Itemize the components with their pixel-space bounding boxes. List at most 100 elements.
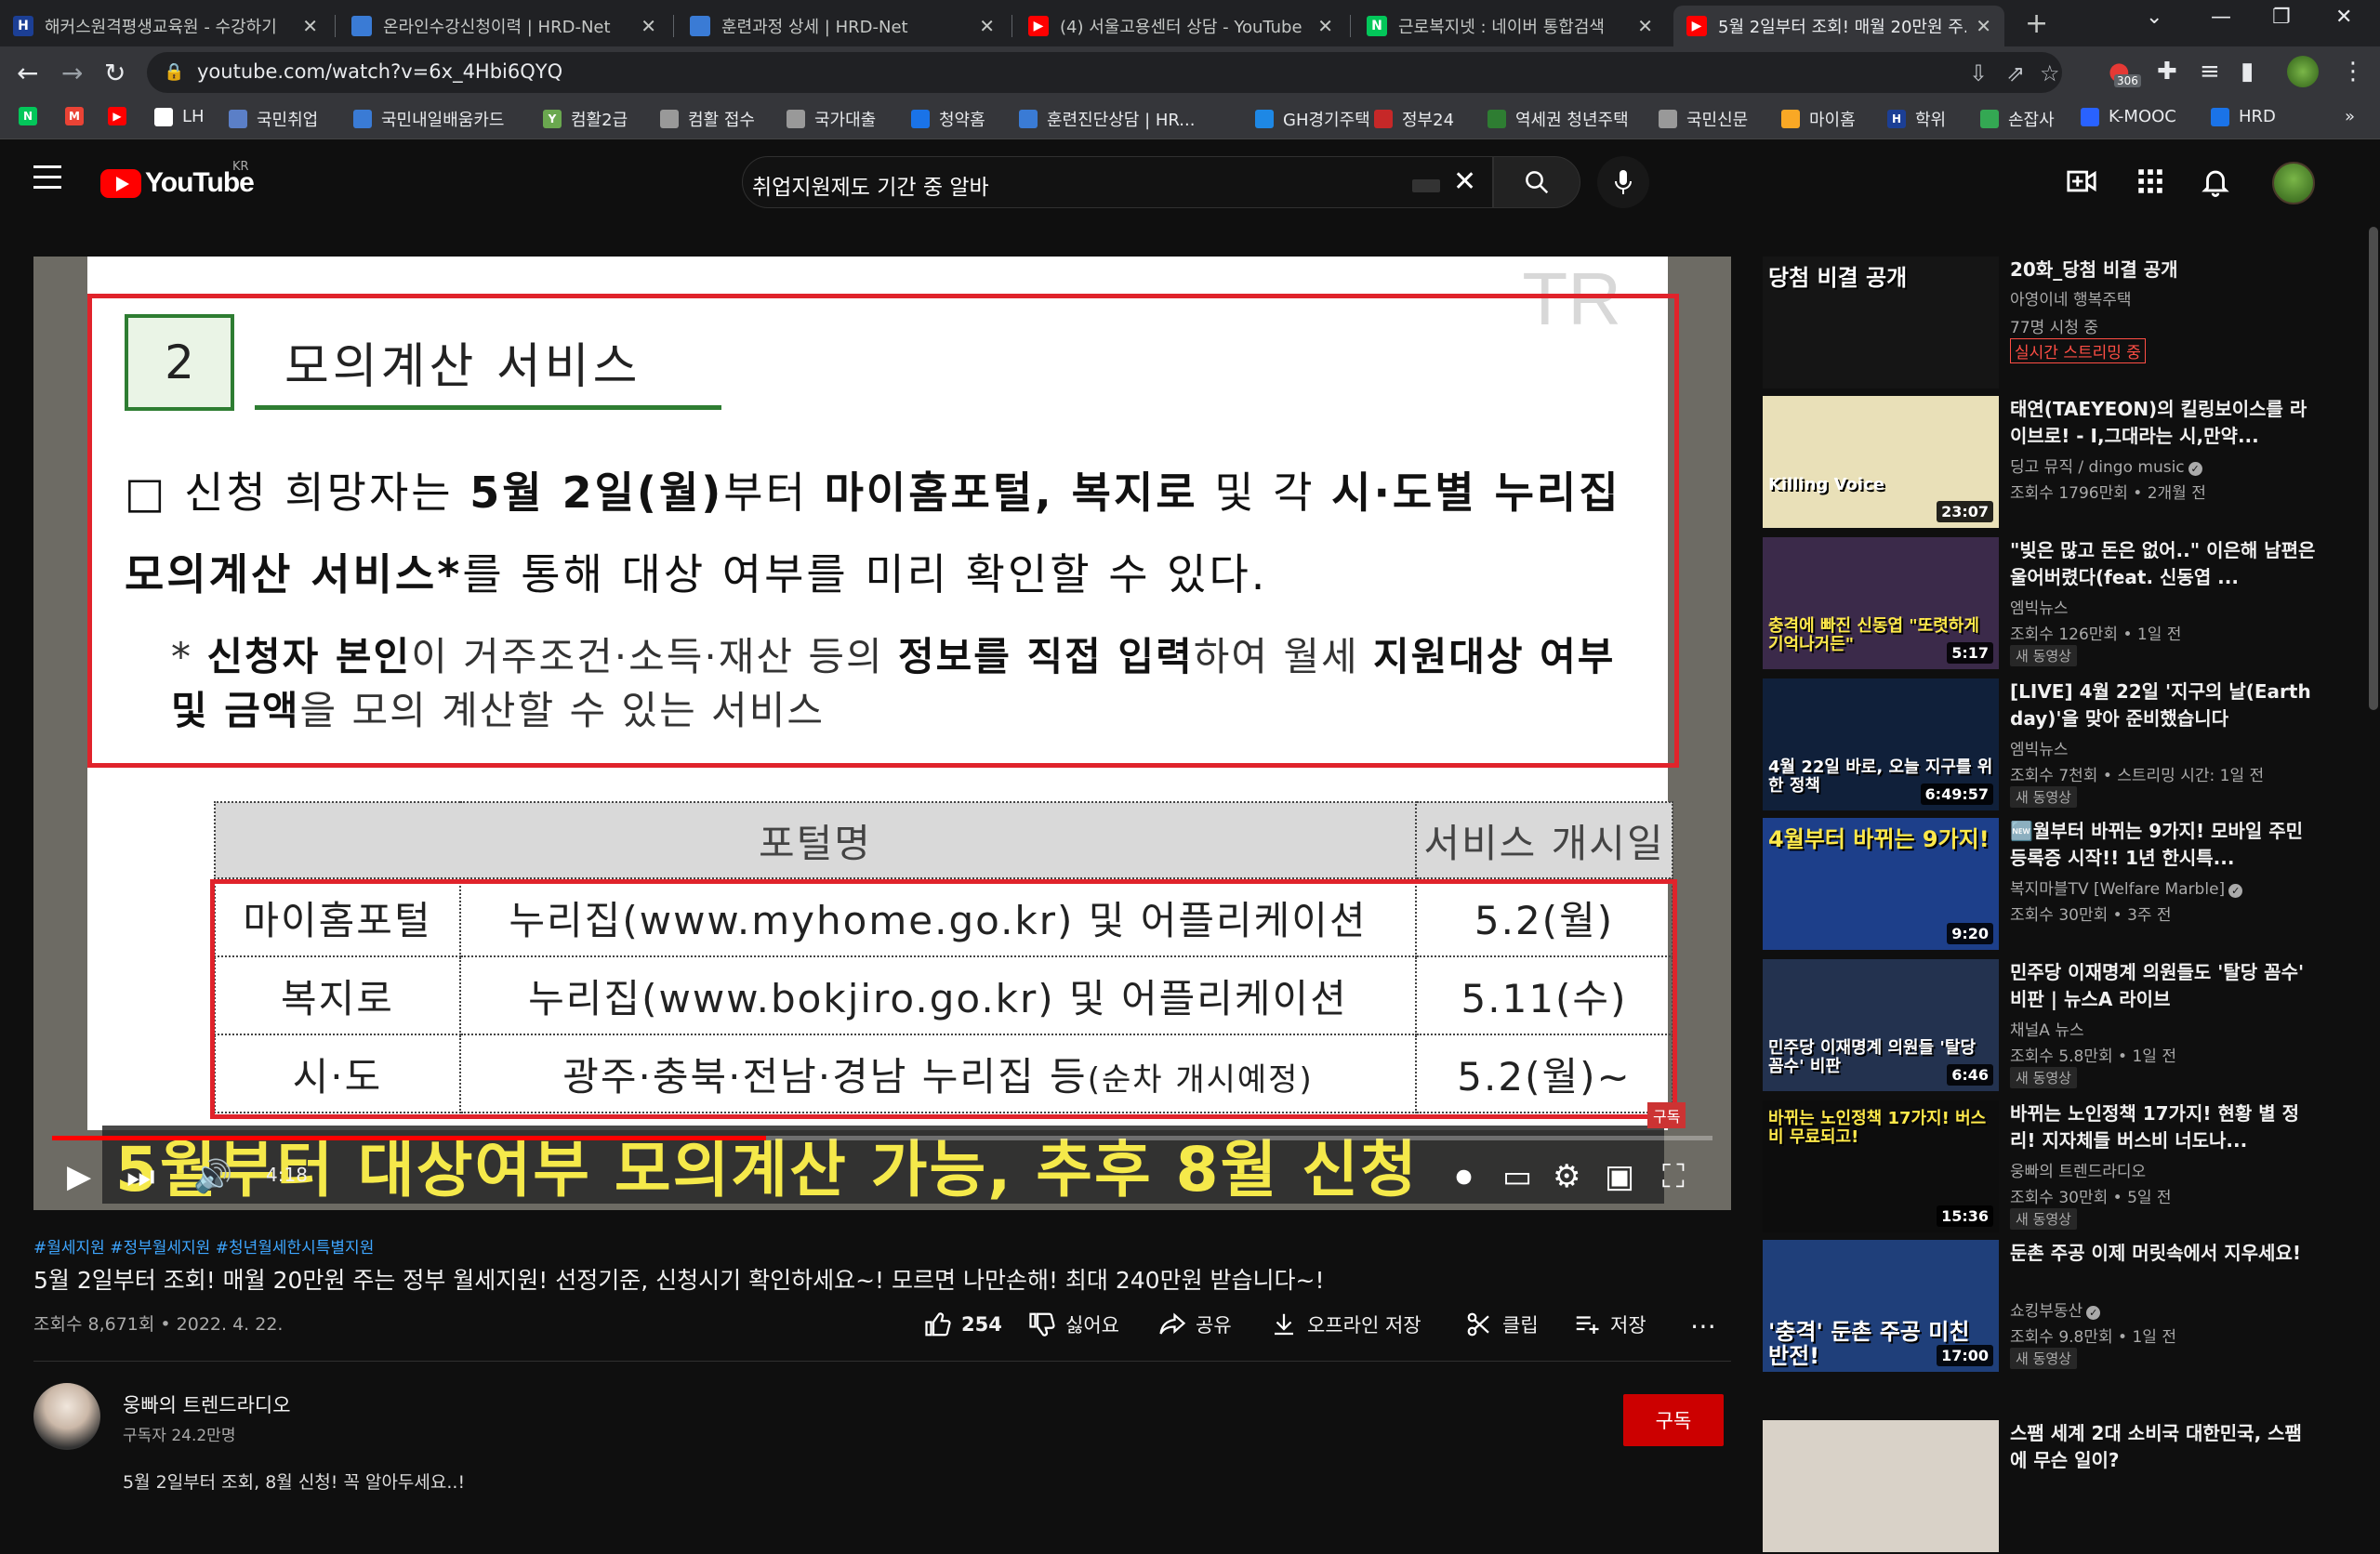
bookmark-item[interactable]: ▶ — [108, 107, 136, 125]
video-thumbnail[interactable]: 당첨 비결 공개 — [1763, 257, 1999, 388]
recommendation-item[interactable]: 4월부터 바뀌는 9가지! 9:20 🆕월부터 바뀌는 9가지! 모바일 주민등록증… — [1763, 818, 2367, 952]
tab-close-icon[interactable]: ✕ — [979, 15, 995, 37]
minimize-icon[interactable]: — — [2211, 6, 2231, 29]
recommendation-item[interactable]: 바뀌는 노인정책 17가지! 버스비 무료되고! 15:36 바뀌는 노인정책 17… — [1763, 1100, 2367, 1234]
recommendation-channel[interactable]: 채널A 뉴스 — [2010, 1017, 2084, 1040]
bookmark-item[interactable]: K-MOOC — [2081, 107, 2176, 126]
bookmark-item[interactable]: 국민내일배움카드 — [353, 107, 504, 131]
bookmark-item[interactable]: 국민취업 — [229, 107, 318, 131]
more-actions-icon[interactable]: ⋯ — [1690, 1310, 1716, 1341]
recommendation-title[interactable]: 20화_당첨 비결 공개 — [2010, 257, 2317, 283]
bookmark-item[interactable]: 청약홈 — [911, 107, 985, 131]
recommendation-channel[interactable]: 엠빅뉴스 — [2010, 595, 2069, 618]
video-thumbnail[interactable]: 충격에 빠진 신동엽 "또렷하게 기억나거든" 5:17 — [1763, 537, 1999, 669]
browser-tab[interactable]: N 근로복지넷 : 네이버 통합검색 ✕ — [1354, 6, 1666, 46]
recommendation-title[interactable]: 태연(TAEYEON)의 킬링보이스를 라이브로! - I,그대라는 시,만약.… — [2010, 396, 2317, 450]
like-button[interactable]: 254 — [924, 1310, 1002, 1338]
volume-icon[interactable]: 🔊 — [193, 1158, 232, 1195]
recommendation-item[interactable]: '충격' 둔촌 주공 미친 반전! 17:00 둔촌 주공 이제 머릿속에서 지우세… — [1763, 1240, 2367, 1374]
recommendation-item[interactable]: 스팸 세계 2대 소비국 대한민국, 스팸에 무슨 일이? — [1763, 1420, 2367, 1554]
search-button[interactable] — [1493, 156, 1580, 208]
browser-tab[interactable]: 온라인수강신청이력 | HRD-Net ✕ — [338, 6, 669, 46]
channel-name[interactable]: 웅빠의 트렌드라디오 — [123, 1390, 291, 1418]
recommendation-item[interactable]: 4월 22일 바로, 오늘 지구를 위한 정책 6:49:57 [LIVE] 4월 … — [1763, 678, 2367, 812]
save-playlist-button[interactable]: 저장 — [1573, 1310, 1646, 1338]
video-thumbnail[interactable]: 민주당 이재명계 의원들 '탈당 꼼수' 비판 6:46 — [1763, 959, 1999, 1091]
video-thumbnail[interactable]: 4월 22일 바로, 오늘 지구를 위한 정책 6:49:57 — [1763, 678, 1999, 810]
account-avatar[interactable] — [2272, 162, 2315, 204]
youtube-logo[interactable]: YouTube — [100, 167, 255, 199]
keyboard-icon[interactable] — [1412, 179, 1440, 192]
next-video-icon[interactable]: ⏭ — [126, 1158, 155, 1195]
close-window-icon[interactable]: ✕ — [2335, 6, 2352, 29]
video-player[interactable]: TR 2 모의계산 서비스 □ 신청 희망자는 5월 2일(월)부터 마이홈포털… — [33, 257, 1731, 1210]
forward-icon[interactable]: → — [61, 58, 83, 88]
extensions-puzzle-icon[interactable]: ✚ — [2157, 58, 2177, 86]
settings-gear-icon[interactable]: ⚙ — [1553, 1158, 1580, 1195]
new-tab-icon[interactable]: + — [2025, 7, 2048, 40]
progress-bar[interactable] — [52, 1136, 1712, 1140]
voice-search-button[interactable] — [1597, 156, 1649, 208]
address-bar[interactable]: 🔒 youtube.com/watch?v=6x_4Hbi6QYQ ⇩ ⇗ ☆ — [147, 52, 2062, 93]
bookmark-item[interactable]: GH경기주택 — [1255, 107, 1370, 131]
apps-grid-icon[interactable] — [2135, 165, 2166, 197]
recommendation-channel[interactable]: 엠빅뉴스 — [2010, 736, 2069, 759]
bookmark-item[interactable]: 손잡사 — [1980, 107, 2055, 131]
video-thumbnail[interactable] — [1763, 1420, 1999, 1552]
recommendation-title[interactable]: 스팸 세계 2대 소비국 대한민국, 스팸에 무슨 일이? — [2010, 1420, 2317, 1474]
more-bookmarks-icon[interactable]: » — [2345, 107, 2355, 126]
share-button[interactable]: 공유 — [1158, 1310, 1232, 1338]
clear-search-icon[interactable]: ✕ — [1453, 165, 1476, 198]
dislike-button[interactable]: 싫어요 — [1028, 1310, 1119, 1338]
offline-save-button[interactable]: 오프라인 저장 — [1270, 1310, 1421, 1338]
side-panel-icon[interactable]: ▮ — [2241, 58, 2254, 86]
recommendation-item[interactable]: Killing Voice 23:07 태연(TAEYEON)의 킬링보이스를 라이… — [1763, 396, 2367, 530]
bookmark-item[interactable]: LH — [154, 107, 205, 126]
recommendation-channel[interactable]: 딩고 뮤직 / dingo music ✓ — [2010, 454, 2202, 477]
bookmark-item[interactable]: 역세권 청년주택 — [1488, 107, 1629, 131]
restore-icon[interactable]: ❐ — [2272, 6, 2291, 29]
play-button-icon[interactable]: ▶ — [67, 1158, 91, 1195]
bookmark-item[interactable]: 마이홈 — [1781, 107, 1856, 131]
miniplayer-icon[interactable]: ▣ — [1605, 1158, 1634, 1195]
browser-tab[interactable]: ▶ (4) 서울고용센터 상담 - YouTube ✕ — [1015, 6, 1346, 46]
bookmark-item[interactable]: Y 컴활2급 — [543, 107, 628, 131]
notifications-bell-icon[interactable] — [2200, 165, 2231, 197]
bookmark-item[interactable]: 국가대출 — [787, 107, 876, 131]
clip-button[interactable]: 클립 — [1465, 1310, 1539, 1338]
tab-close-icon[interactable]: ✕ — [1317, 15, 1333, 37]
subscribe-watermark-badge[interactable]: 구독 — [1647, 1102, 1686, 1128]
bookmark-item[interactable]: 국민신문 — [1659, 107, 1748, 131]
bookmark-item[interactable]: 훈련진단상담 | HR... — [1019, 107, 1195, 131]
recommendation-title[interactable]: [LIVE] 4월 22일 '지구의 날(Earth day)'을 맞아 준비했… — [2010, 678, 2317, 732]
lock-icon[interactable]: 🔒 — [164, 62, 184, 82]
tab-close-icon[interactable]: ✕ — [1637, 15, 1653, 37]
recommendation-channel[interactable]: 쇼킹부동산 ✓ — [2010, 1297, 2101, 1321]
bookmark-item[interactable]: M — [65, 107, 93, 125]
browser-tab[interactable]: ▶ 5월 2일부터 조회! 매월 20만원 주... ✕ — [1673, 6, 2004, 46]
recommendation-title[interactable]: 바뀌는 노인정책 17가지! 현황 별 정리! 지자체들 버스비 너도나... — [2010, 1100, 2317, 1154]
recommendation-item[interactable]: 민주당 이재명계 의원들 '탈당 꼼수' 비판 6:46 민주당 이재명계 의원들도… — [1763, 959, 2367, 1093]
recommendation-title[interactable]: 🆕월부터 바뀌는 9가지! 모바일 주민등록증 시작!! 1년 한시특... — [2010, 818, 2317, 872]
captions-icon[interactable]: ▭ — [1502, 1158, 1532, 1195]
tab-close-icon[interactable]: ✕ — [641, 15, 656, 37]
recommendation-item[interactable]: 충격에 빠진 신동엽 "또렷하게 기억나거든" 5:17 "빚은 많고 돈은 없어.… — [1763, 537, 2367, 671]
channel-avatar[interactable] — [33, 1383, 100, 1450]
tab-close-icon[interactable]: ✕ — [302, 15, 318, 37]
fullscreen-icon[interactable]: ⛶ — [1662, 1158, 1685, 1195]
recommendation-channel[interactable]: 웅빠의 트렌드라디오 — [2010, 1158, 2146, 1181]
profile-avatar[interactable] — [2287, 56, 2319, 87]
install-app-icon[interactable]: ⇩ — [1969, 60, 1988, 86]
browser-tab[interactable]: H 해커스원격평생교육원 - 수강하기 ✕ — [0, 6, 331, 46]
recommendation-title[interactable]: 민주당 이재명계 의원들도 '탈당 꼼수' 비판 | 뉴스A 라이브 — [2010, 959, 2317, 1013]
share-icon[interactable]: ⇗ — [2006, 60, 2025, 86]
recommendation-channel[interactable]: 아영이네 행복주택 — [2010, 286, 2132, 309]
browser-tab[interactable]: 훈련과정 상세 | HRD-Net ✕ — [677, 6, 1008, 46]
back-icon[interactable]: ← — [17, 58, 38, 88]
create-video-icon[interactable] — [2066, 165, 2097, 197]
recommendation-channel[interactable]: 복지마블TV [Welfare Marble] ✓ — [2010, 876, 2243, 899]
reload-icon[interactable]: ↻ — [104, 58, 126, 88]
tab-close-icon[interactable]: ✕ — [1976, 15, 1991, 37]
menu-kebab-icon[interactable]: ⋮ — [2341, 58, 2365, 86]
description-preview[interactable]: 5월 2일부터 조회, 8월 신청! 꼭 알아두세요..! — [123, 1468, 465, 1494]
